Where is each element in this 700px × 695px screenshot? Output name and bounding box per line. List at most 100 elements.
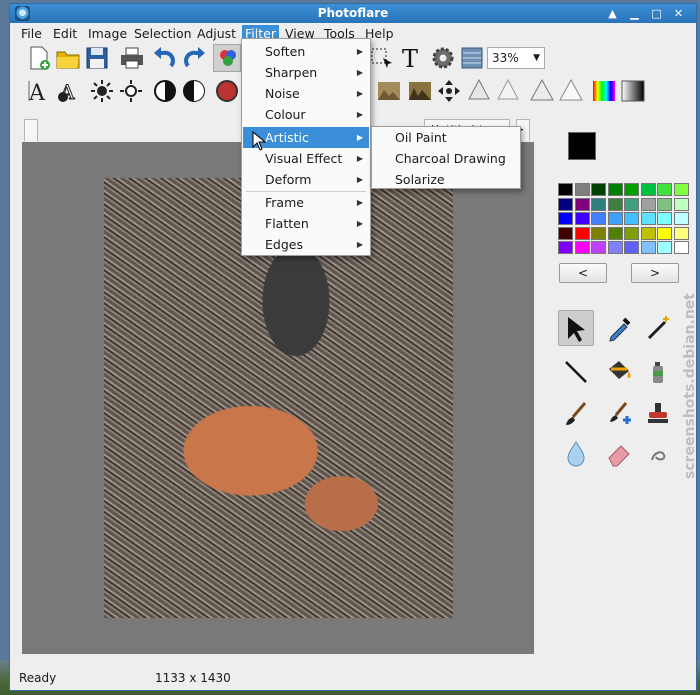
palette-color-swatch[interactable] (624, 197, 639, 211)
stamp-tool-icon[interactable] (640, 396, 676, 432)
contrast-icon[interactable] (151, 77, 179, 105)
menu-image[interactable]: Image (85, 25, 130, 42)
filter-sharpen[interactable]: Sharpen ▶ (243, 62, 369, 83)
artistic-oil-paint[interactable]: Oil Paint (373, 127, 519, 148)
artistic-solarize[interactable]: Solarize (373, 169, 519, 190)
filter-deform[interactable]: Deform ▶ (243, 169, 369, 190)
minimize-icon[interactable]: ▁ (627, 6, 642, 21)
redo-icon[interactable] (180, 44, 208, 72)
palette-color-swatch[interactable] (657, 183, 672, 196)
palette-color-swatch[interactable] (640, 226, 656, 240)
palette-color-swatch[interactable] (574, 183, 590, 196)
selection-tool-icon[interactable] (369, 44, 397, 72)
undo-icon[interactable] (151, 44, 179, 72)
tab-scroll-left[interactable] (24, 119, 38, 141)
palette-color-swatch[interactable] (640, 241, 656, 254)
menu-file[interactable]: File (18, 25, 45, 42)
palette-color-swatch[interactable] (673, 212, 689, 225)
palette-color-swatch[interactable] (574, 226, 590, 240)
eyedropper-tool-icon[interactable] (601, 310, 637, 346)
cone-shape-icon[interactable] (465, 77, 493, 105)
maximize-icon[interactable]: □ (649, 6, 664, 21)
magic-wand-tool-icon[interactable] (640, 310, 676, 346)
filter-soften[interactable]: Soften ▶ (243, 41, 369, 62)
paint-bucket-tool-icon[interactable] (601, 354, 637, 390)
title-bar[interactable]: Photoflare ▲ ▁ □ ✕ (10, 4, 696, 23)
triangle-alt-icon[interactable] (557, 77, 585, 105)
palette-color-swatch[interactable] (558, 183, 573, 196)
paintbrush-tool-icon[interactable] (558, 396, 594, 432)
palette-color-swatch[interactable] (673, 183, 689, 196)
gradient-rainbow-icon[interactable] (590, 77, 618, 105)
text-tool-icon[interactable]: T (396, 44, 424, 72)
palette-color-swatch[interactable] (591, 212, 606, 225)
palette-color-swatch[interactable] (657, 197, 672, 211)
palette-color-swatch[interactable] (624, 226, 639, 240)
palette-color-swatch[interactable] (657, 241, 672, 254)
landscape-dark-icon[interactable] (406, 77, 434, 105)
palette-color-swatch[interactable] (673, 197, 689, 211)
palette-color-swatch[interactable] (558, 241, 573, 254)
menu-selection[interactable]: Selection (131, 25, 195, 42)
open-folder-icon[interactable] (54, 44, 82, 72)
gradient-grayscale-icon[interactable] (619, 77, 647, 105)
close-icon[interactable]: ✕ (671, 6, 686, 21)
palette-color-swatch[interactable] (607, 197, 623, 211)
spray-can-tool-icon[interactable] (640, 354, 676, 390)
palette-color-swatch[interactable] (607, 226, 623, 240)
landscape-filter-icon[interactable] (375, 77, 403, 105)
palette-color-swatch[interactable] (558, 197, 573, 211)
text-outline-icon[interactable]: A (54, 77, 82, 105)
palette-color-swatch[interactable] (673, 226, 689, 240)
smudge-tool-icon[interactable] (640, 436, 676, 472)
saturation-icon[interactable] (213, 77, 241, 105)
clone-brush-tool-icon[interactable] (601, 396, 637, 432)
triangle-icon[interactable] (528, 77, 556, 105)
palette-color-swatch[interactable] (624, 241, 639, 254)
settings-gear-icon[interactable] (429, 44, 457, 72)
zoom-select[interactable]: 33% ▼ (487, 47, 545, 69)
keep-above-icon[interactable]: ▲ (605, 6, 620, 21)
line-tool-icon[interactable] (558, 354, 594, 390)
layers-icon[interactable] (458, 44, 486, 72)
palette-next-button[interactable]: > (631, 263, 679, 283)
palette-color-swatch[interactable] (657, 212, 672, 225)
palette-color-swatch[interactable] (574, 212, 590, 225)
filter-frame[interactable]: Frame ▶ (243, 192, 369, 213)
palette-color-swatch[interactable] (607, 183, 623, 196)
palette-color-swatch[interactable] (591, 226, 606, 240)
palette-color-swatch[interactable] (558, 226, 573, 240)
blur-drop-tool-icon[interactable] (558, 436, 594, 472)
save-icon[interactable] (83, 44, 111, 72)
palette-prev-button[interactable]: < (559, 263, 607, 283)
palette-color-swatch[interactable] (607, 241, 623, 254)
text-font-icon[interactable]: A (25, 77, 53, 105)
foreground-color-swatch[interactable] (568, 132, 596, 160)
artistic-charcoal-drawing[interactable]: Charcoal Drawing (373, 148, 519, 169)
filter-visual-effect[interactable]: Visual Effect ▶ (243, 148, 369, 169)
new-file-icon[interactable] (25, 44, 53, 72)
palette-color-swatch[interactable] (657, 226, 672, 240)
cone-shape-alt-icon[interactable] (494, 77, 522, 105)
filter-colour[interactable]: Colour ▶ (243, 104, 369, 125)
palette-color-swatch[interactable] (624, 183, 639, 196)
eraser-tool-icon[interactable] (601, 436, 637, 472)
filter-edges[interactable]: Edges ▶ (243, 234, 369, 255)
palette-color-swatch[interactable] (640, 212, 656, 225)
menu-edit[interactable]: Edit (50, 25, 80, 42)
palette-color-swatch[interactable] (574, 241, 590, 254)
brightness-icon[interactable] (88, 77, 116, 105)
color-picker-icon[interactable] (213, 44, 241, 72)
palette-color-swatch[interactable] (640, 183, 656, 196)
palette-color-swatch[interactable] (624, 212, 639, 225)
filter-noise[interactable]: Noise ▶ (243, 83, 369, 104)
palette-color-swatch[interactable] (591, 241, 606, 254)
brightness-down-icon[interactable] (117, 77, 145, 105)
contrast-down-icon[interactable] (180, 77, 208, 105)
menu-adjust[interactable]: Adjust (194, 25, 239, 42)
palette-color-swatch[interactable] (607, 212, 623, 225)
palette-color-swatch[interactable] (591, 183, 606, 196)
palette-color-swatch[interactable] (558, 212, 573, 225)
filter-flatten[interactable]: Flatten ▶ (243, 213, 369, 234)
palette-color-swatch[interactable] (640, 197, 656, 211)
